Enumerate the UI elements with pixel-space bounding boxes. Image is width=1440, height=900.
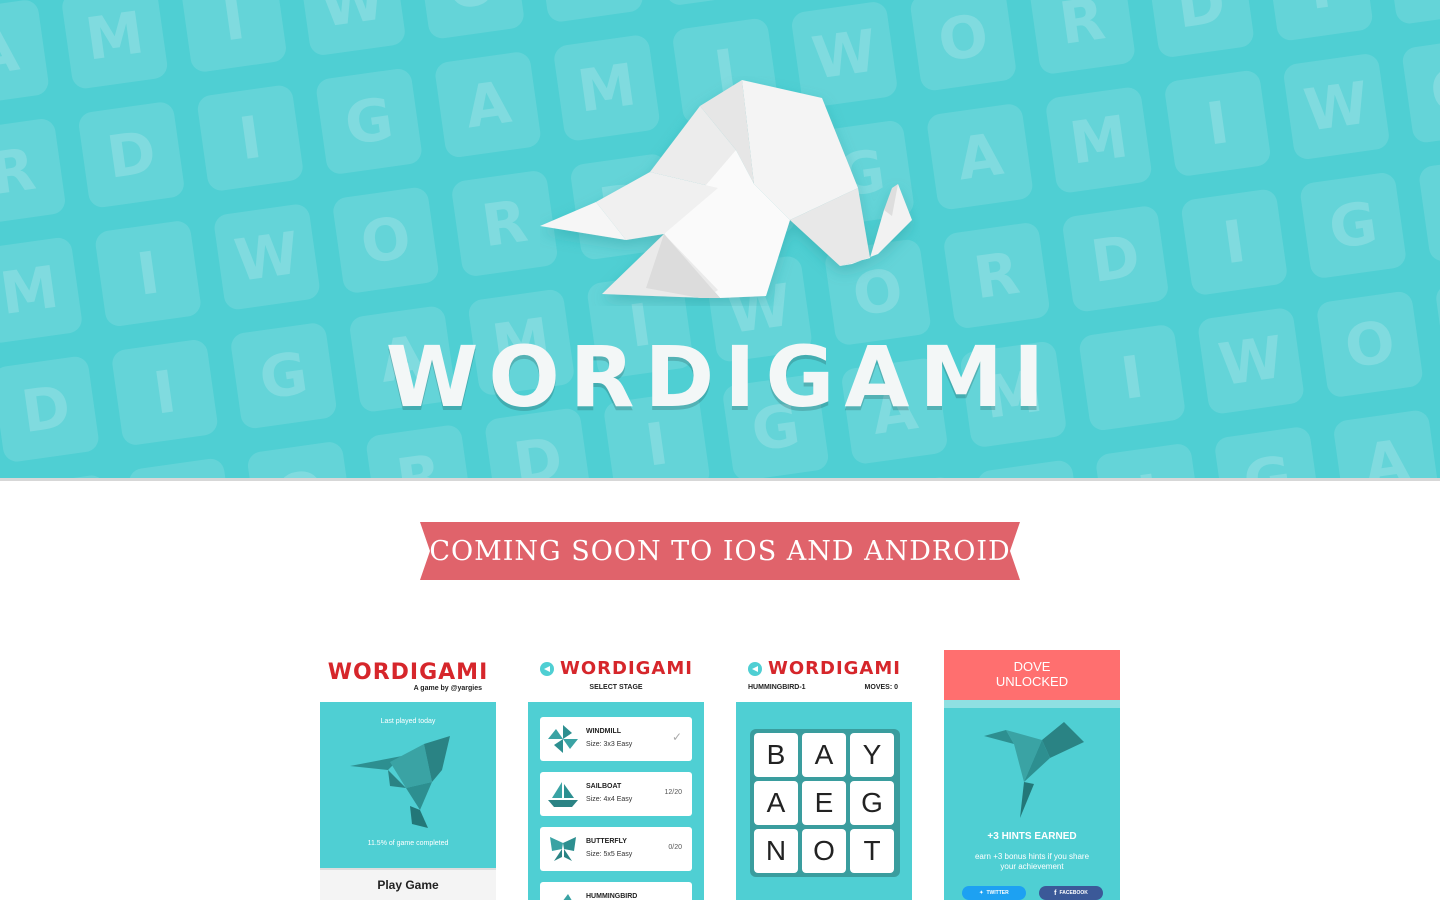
letter-tile[interactable]: G (850, 781, 894, 825)
twitter-label: TWITTER (986, 890, 1009, 896)
check-icon: ✓ (671, 730, 682, 744)
hints-earned-text: +3 HINTS EARNED (987, 831, 1077, 842)
background-letter-tile: R (942, 221, 1051, 330)
hummingbird-icon (350, 736, 450, 828)
background-letter-tile: D (1061, 204, 1170, 314)
background-letter-tile: I (1094, 442, 1204, 480)
letter-tile[interactable]: Y (850, 733, 894, 777)
screen-logo: WORDIGAMI (560, 658, 693, 679)
background-letter-tile: O (331, 185, 440, 295)
stage-item-butterfly[interactable]: BUTTERFLY Size: 5x5 Easy 0/20 (540, 827, 692, 871)
app-title: WORDIGAMI (385, 328, 1055, 426)
hummingbird-icon (548, 894, 572, 900)
background-letter-tile: A (433, 50, 543, 159)
background-letter-tile: I (179, 0, 288, 74)
unlock-header: DOVE UNLOCKED (944, 650, 1120, 700)
twitter-share-button[interactable]: ✦ TWITTER (962, 886, 1026, 900)
background-letter-tile: R (364, 423, 474, 480)
background-letter-tile: R (1027, 0, 1137, 76)
stage-name: SAILBOAT (586, 783, 622, 790)
origami-elephant-icon (540, 80, 912, 298)
play-game-button[interactable]: Play Game (320, 868, 496, 900)
background-letter-tile: I (196, 83, 305, 193)
stage-progress: 12/20 (664, 789, 682, 796)
screen-logo: WORDIGAMI (768, 658, 901, 679)
background-letter-tile: I (93, 219, 203, 328)
screen-logo: WORDIGAMI (327, 660, 489, 685)
dove-icon (984, 722, 1084, 818)
header-stripe (944, 700, 1120, 708)
background-letter-tile: A (0, 0, 51, 107)
background-letter-tile: A (925, 102, 1035, 211)
game-screen: WORDIGAMI HUMMINGBIRD-1 MOVES: 0 B A Y A… (736, 650, 912, 900)
stage-name: BUTTERFLY (586, 838, 627, 845)
stage-item-sailboat[interactable]: SAILBOAT Size: 4x4 Easy 12/20 (540, 772, 692, 816)
level-name: HUMMINGBIRD-1 (748, 684, 806, 691)
share-description: earn +3 bonus hints if you share your ac… (974, 852, 1090, 871)
stage-size: Size: 3x3 Easy (586, 741, 633, 748)
coming-soon-text: COMING SOON TO IOS AND ANDROID (429, 535, 1011, 567)
background-letter-tile: G (1384, 0, 1440, 26)
back-arrow-icon[interactable] (540, 662, 554, 676)
background-letter-tile: W (212, 202, 322, 312)
hero-divider (0, 478, 1440, 481)
letter-tile[interactable]: E (802, 781, 846, 825)
letter-tile[interactable]: N (754, 829, 798, 873)
stage-progress: 0/20 (668, 844, 682, 851)
background-letter-tile: I (1180, 187, 1289, 297)
background-letter-tile: W (298, 0, 407, 57)
windmill-icon (548, 725, 578, 753)
letter-tile[interactable]: O (802, 829, 846, 873)
twitter-icon: ✦ (979, 890, 984, 896)
letter-tile[interactable]: T (850, 829, 894, 873)
facebook-share-button[interactable]: f FACEBOOK (1039, 886, 1103, 900)
unlock-screen: DOVE UNLOCKED +3 HINTS EARNED earn +3 bo… (944, 650, 1120, 900)
letter-tile[interactable]: B (754, 733, 798, 777)
unlock-title: DOVE (1013, 659, 1051, 674)
background-letter-tile: O (246, 440, 355, 480)
select-stage-screen: WORDIGAMI SELECT STAGE WINDMILL Size: 3x… (528, 650, 704, 900)
background-letter-tile: A (1417, 154, 1440, 263)
screen-subtitle: SELECT STAGE (589, 684, 643, 691)
unlock-subtitle: UNLOCKED (995, 674, 1069, 689)
letter-tile[interactable]: A (754, 781, 798, 825)
background-letter-tile: R (535, 0, 645, 24)
background-letter-tile: D (77, 100, 186, 209)
hero-section: WORDIGAMIWORDIGAMIGAMIWORDIGAMIWORDIORDI… (0, 0, 1440, 480)
moves-counter: MOVES: 0 (864, 684, 898, 691)
background-letter-tile: G (1213, 425, 1322, 480)
background-letter-tile: R (0, 117, 67, 226)
last-played-text: Last played today (380, 718, 436, 725)
back-arrow-icon[interactable] (748, 662, 762, 676)
stage-item-hummingbird[interactable]: HUMMINGBIRD (540, 882, 692, 900)
facebook-icon: f (1054, 889, 1057, 897)
byline: A game by @yargies (413, 685, 482, 692)
background-letter-tile: O (1401, 35, 1440, 145)
background-letter-tile: D (1146, 0, 1256, 59)
letter-board: B A Y A E G N O T (750, 729, 900, 877)
background-letter-tile: W (127, 457, 236, 480)
stage-item-windmill[interactable]: WINDMILL Size: 3x3 Easy ✓ (540, 717, 692, 761)
background-letter-tile: D (975, 458, 1085, 480)
stage-name: HUMMINGBIRD (586, 893, 638, 900)
butterfly-icon (550, 837, 576, 861)
background-letter-tile: W (1282, 52, 1391, 161)
stage-name: WINDMILL (586, 728, 621, 735)
background-letter-tile: M (1044, 85, 1153, 195)
letter-tile[interactable]: A (802, 733, 846, 777)
background-letter-tile: D (654, 0, 764, 7)
background-letter-tile: O (909, 0, 1018, 93)
background-letter-tile: O (416, 0, 526, 41)
sailboat-icon (548, 782, 578, 807)
background-letter-tile: G (314, 67, 424, 176)
background-letter-tile: I (1163, 69, 1272, 178)
facebook-label: FACEBOOK (1059, 890, 1088, 896)
background-letter-tile: G (1298, 171, 1408, 280)
background-letter-tile: I (1265, 0, 1374, 42)
stage-size: Size: 5x5 Easy (586, 851, 633, 858)
progress-text: 11.5% of game completed (367, 840, 449, 847)
home-screen: WORDIGAMI A game by @yargies Last played… (320, 650, 496, 900)
background-letter-tile: M (60, 0, 169, 91)
stage-size: Size: 4x4 Easy (586, 796, 633, 803)
